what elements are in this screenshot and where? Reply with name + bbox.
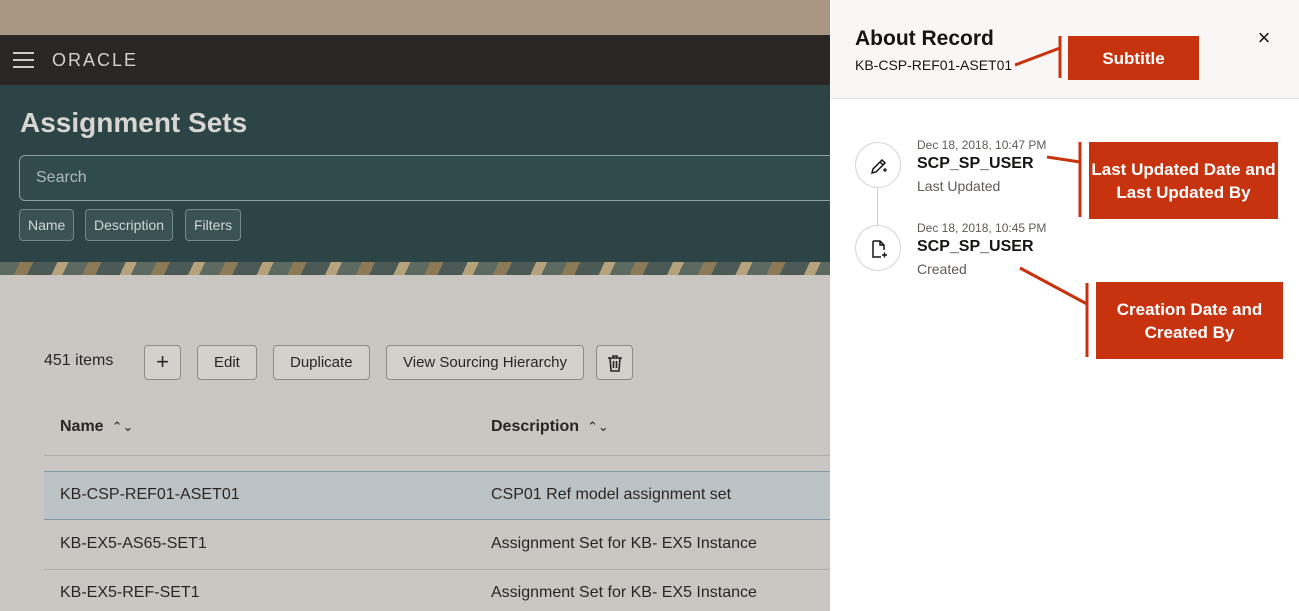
filter-chip-name[interactable]: Name: [19, 209, 75, 241]
trash-icon: [607, 355, 622, 372]
filter-chip-description[interactable]: Description: [85, 209, 174, 241]
timeline-marker: [855, 142, 901, 188]
column-header-description[interactable]: Description ⌃⌄: [491, 418, 609, 436]
timeline-connector: [877, 188, 878, 228]
timeline-marker: [855, 225, 901, 271]
drawer-header: About Record KB-CSP-REF01-ASET01 ×: [830, 0, 1299, 99]
divider: [44, 455, 830, 456]
page-title: Assignment Sets: [20, 107, 248, 138]
drawer-subtitle: KB-CSP-REF01-ASET01: [855, 57, 1013, 73]
cell-name: KB-EX5-AS65-SET1: [60, 535, 207, 552]
table-row[interactable]: KB-EX5-AS65-SET1 Assignment Set for KB- …: [44, 521, 830, 570]
oracle-logo: ORACLE: [52, 50, 139, 70]
hamburger-menu-icon[interactable]: [13, 52, 34, 68]
cell-description: Assignment Set for KB- EX5 Instance: [491, 535, 757, 552]
edit-icon: [870, 158, 887, 175]
item-count: 451 items: [44, 352, 114, 369]
table-row[interactable]: KB-CSP-REF01-ASET01 CSP01 Ref model assi…: [44, 471, 830, 520]
last-updated-date: Dec 18, 2018, 10:47 PM: [917, 138, 1047, 152]
cell-name: KB-EX5-REF-SET1: [60, 584, 200, 601]
cell-description: CSP01 Ref model assignment set: [491, 486, 732, 503]
callout-subtitle: Subtitle: [1068, 36, 1199, 80]
edit-button[interactable]: Edit: [197, 345, 257, 380]
column-header-label: Description: [491, 418, 580, 435]
column-header-label: Name: [60, 418, 104, 435]
delete-button[interactable]: [596, 345, 633, 380]
column-header-name[interactable]: Name ⌃⌄: [60, 418, 133, 436]
callout-last-updated: Last Updated Date and Last Updated By: [1089, 142, 1278, 219]
close-icon[interactable]: ×: [1252, 26, 1276, 50]
created-date: Dec 18, 2018, 10:45 PM: [917, 221, 1047, 235]
cell-name: KB-CSP-REF01-ASET01: [60, 486, 240, 503]
add-button[interactable]: +: [144, 345, 181, 380]
drawer-title: About Record: [855, 27, 994, 50]
callout-created: Creation Date and Created By: [1096, 282, 1283, 359]
table-row[interactable]: KB-EX5-REF-SET1 Assignment Set for KB- E…: [44, 570, 830, 611]
filter-chip-filters[interactable]: Filters: [185, 209, 242, 241]
duplicate-button[interactable]: Duplicate: [273, 345, 370, 380]
search-placeholder: Search: [36, 169, 87, 186]
sort-icon: ⌃⌄: [111, 419, 134, 434]
created-label: Created: [917, 261, 967, 277]
sort-icon: ⌃⌄: [587, 419, 609, 434]
last-updated-label: Last Updated: [917, 178, 1001, 194]
search-input[interactable]: Search: [19, 155, 849, 201]
new-document-icon: [872, 240, 887, 258]
created-by: SCP_SP_USER: [917, 238, 1034, 255]
view-sourcing-hierarchy-button[interactable]: View Sourcing Hierarchy: [386, 345, 584, 380]
last-updated-by: SCP_SP_USER: [917, 155, 1034, 172]
cell-description: Assignment Set for KB- EX5 Instance: [491, 584, 757, 601]
